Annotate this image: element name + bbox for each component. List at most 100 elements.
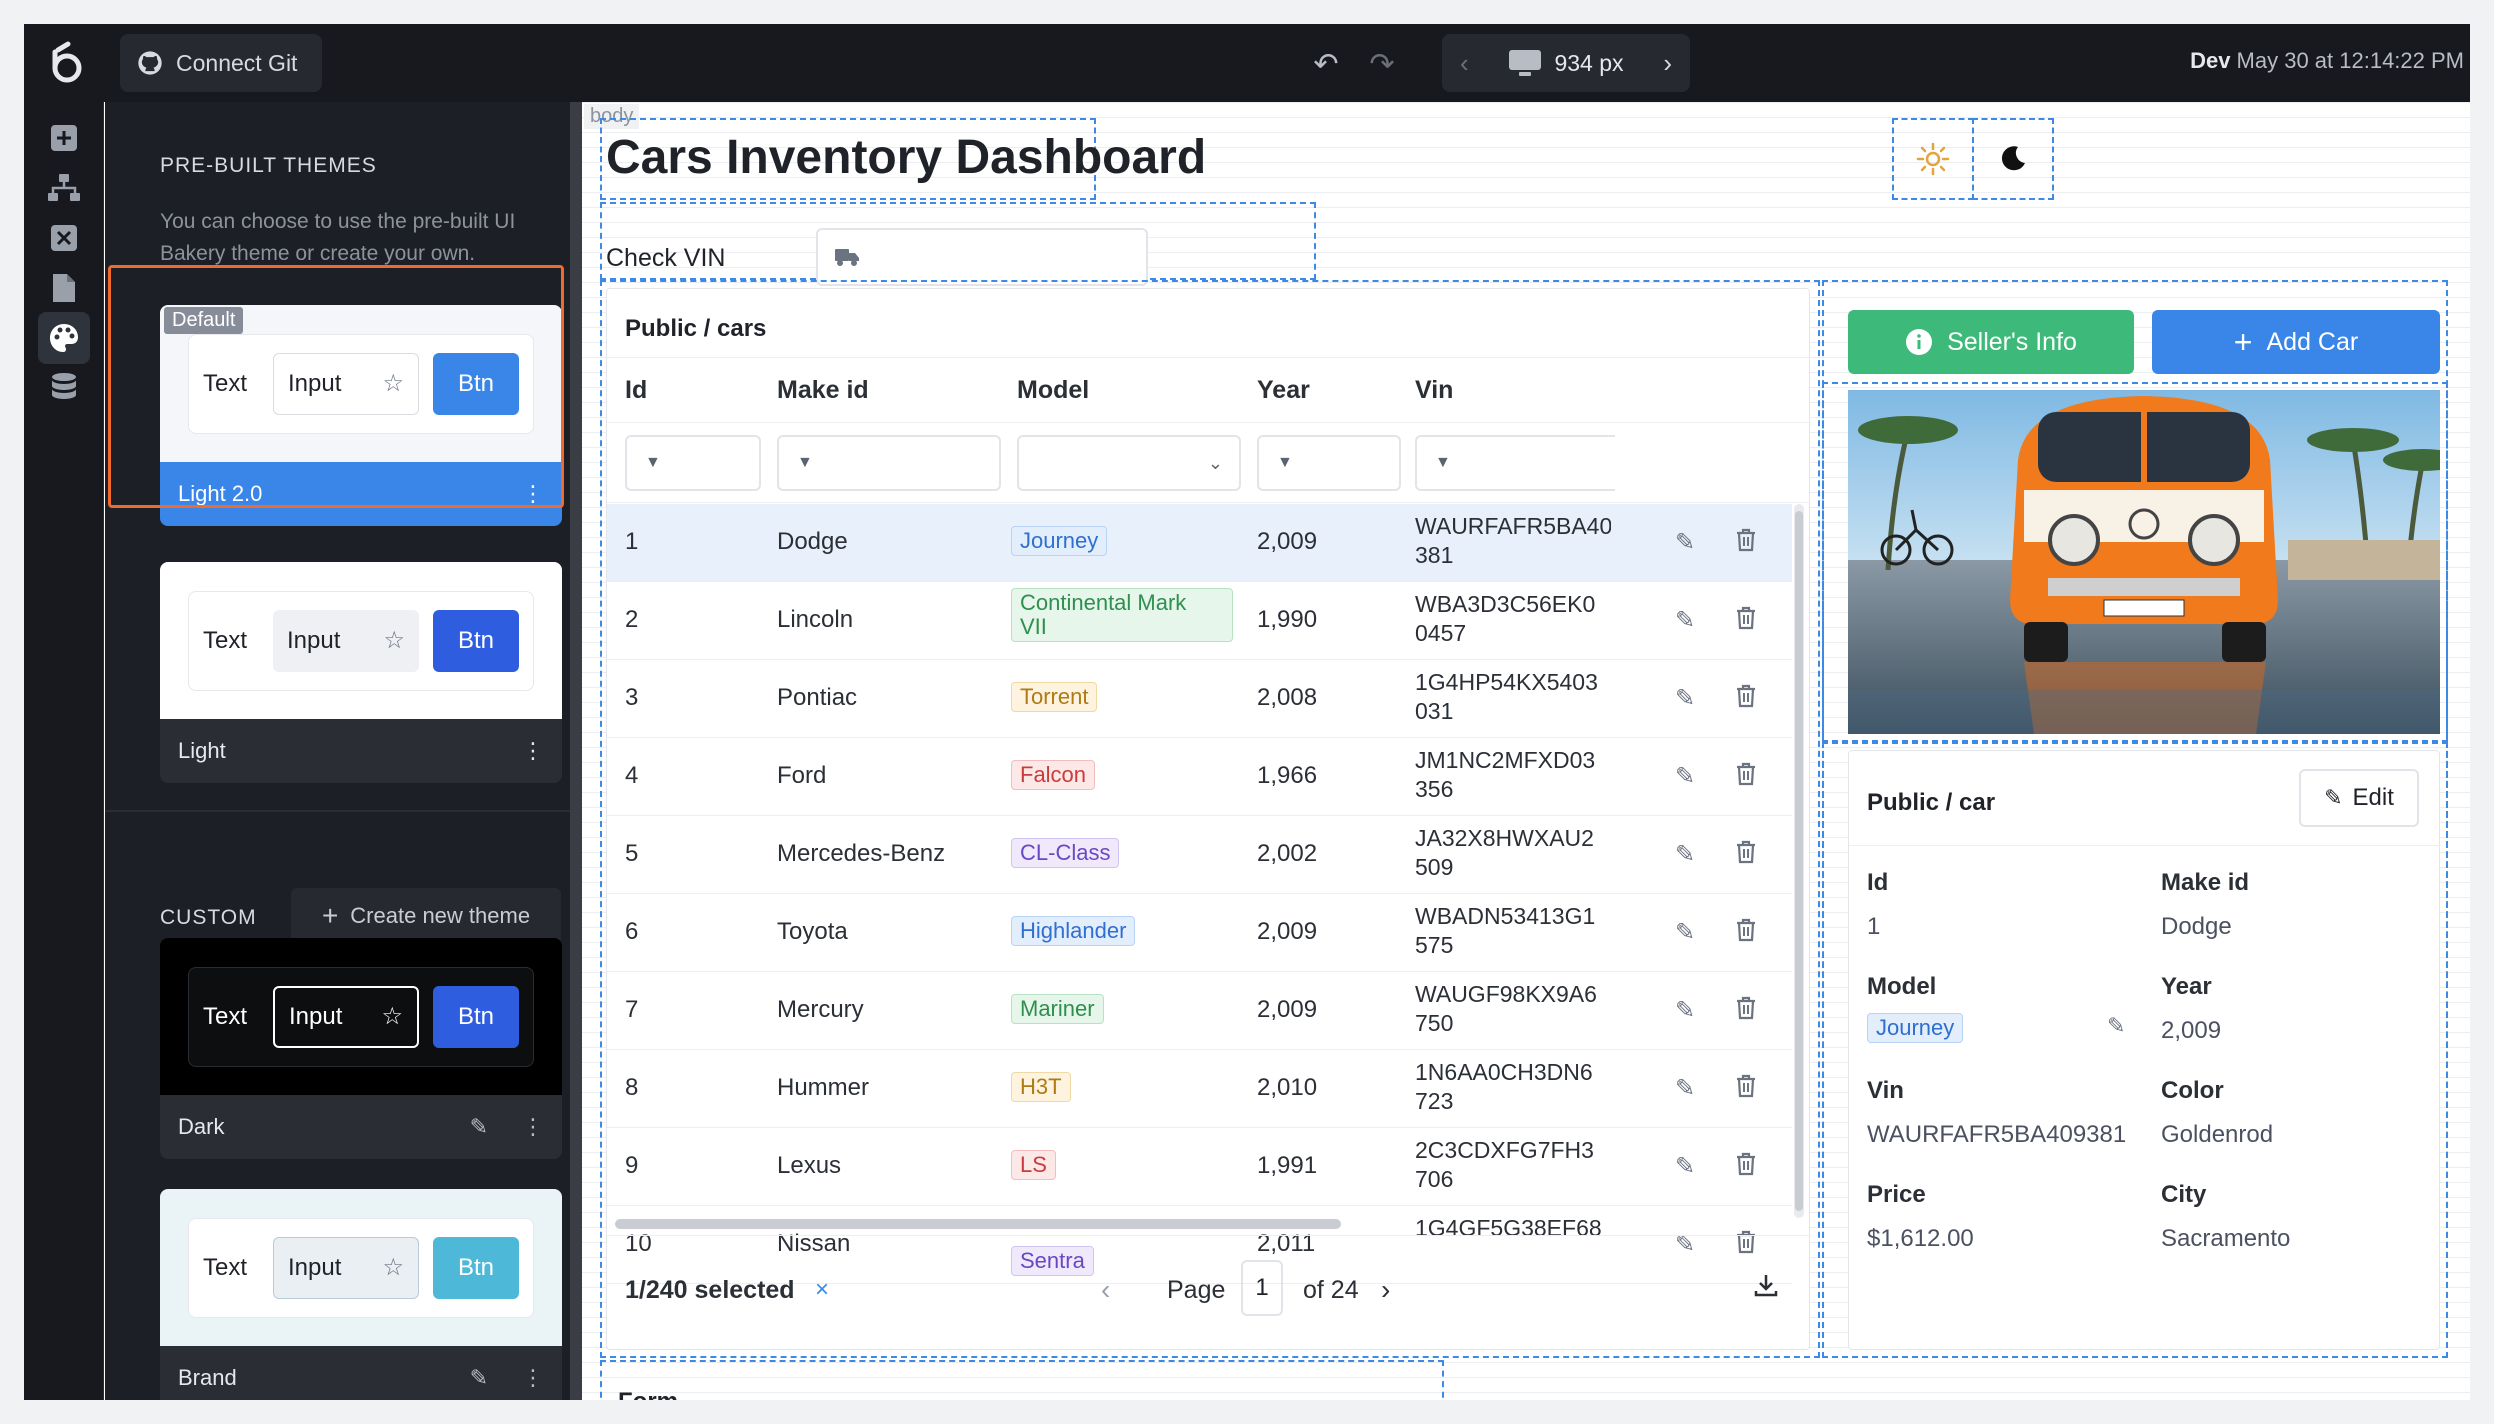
page-number-input[interactable]: 1 (1241, 1260, 1283, 1316)
vin-line: 750 (1415, 1010, 1454, 1036)
connect-git-button[interactable]: Connect Git (120, 34, 322, 92)
clear-selection-icon[interactable]: × (815, 1276, 829, 1304)
trash-icon[interactable] (1735, 918, 1757, 947)
edit-button[interactable]: ✎ Edit (2299, 769, 2419, 827)
pencil-icon[interactable]: ✎ (1675, 1152, 1695, 1181)
ui-bakery-logo[interactable] (44, 40, 90, 86)
moon-icon[interactable] (1976, 122, 2050, 196)
cell-make: Ford (777, 762, 827, 789)
table-row[interactable]: 1 Dodge Journey 2,009 WAURFAFR5BA40 381 ✎ (607, 504, 1792, 582)
download-icon[interactable] (1753, 1272, 1779, 1303)
horizontal-scrollbar[interactable] (615, 1219, 1341, 1229)
add-car-button[interactable]: + Add Car (2152, 310, 2440, 374)
table-row[interactable]: 3 Pontiac Torrent 2,008 1G4HP54KX5403 031 ✎ (607, 660, 1792, 738)
more-vertical-icon[interactable]: ⋮ (522, 1365, 544, 1391)
chevron-right-icon[interactable]: › (1663, 48, 1672, 79)
make-filter-input[interactable]: ▼ (777, 435, 1001, 491)
trash-icon[interactable] (1735, 996, 1757, 1025)
pencil-icon[interactable]: ✎ (1675, 528, 1695, 557)
selection-count: 1/240 selected (625, 1276, 795, 1304)
cell-make: Toyota (777, 918, 848, 945)
pencil-icon[interactable]: ✎ (470, 1365, 488, 1391)
more-vertical-icon[interactable]: ⋮ (522, 738, 544, 764)
page-icon[interactable] (38, 262, 90, 314)
column-header[interactable]: Make id (777, 376, 869, 405)
more-vertical-icon[interactable]: ⋮ (522, 1114, 544, 1140)
theme-card-brand[interactable]: Text Input ☆ Btn Brand ✎ ⋮ (160, 1189, 562, 1400)
column-header[interactable]: Vin (1415, 376, 1453, 405)
id-filter-input[interactable]: ▼ (625, 435, 761, 491)
redo-icon[interactable]: ↷ (1362, 44, 1402, 84)
price-label: Price (1867, 1181, 1926, 1208)
chevron-left-icon[interactable]: ‹ (1460, 48, 1469, 79)
trash-icon[interactable] (1735, 840, 1757, 869)
theme-name: Brand (178, 1365, 237, 1390)
variable-icon[interactable] (38, 212, 90, 264)
star-icon: ☆ (383, 627, 405, 654)
vin-input[interactable] (816, 228, 1148, 286)
vin-line: 723 (1415, 1088, 1454, 1114)
preview-button: Btn (433, 609, 519, 672)
vin-line: 356 (1415, 776, 1454, 802)
model-filter-select[interactable]: ⌄ (1017, 435, 1241, 491)
vin-line: WAURFAFR5BA40 (1415, 513, 1611, 539)
filter-row: ▼ ▼ ⌄ ▼ ▼ (607, 423, 1811, 503)
pencil-icon[interactable]: ✎ (2107, 1013, 2125, 1039)
trash-icon[interactable] (1735, 1152, 1757, 1181)
cell-id: 8 (625, 1074, 639, 1101)
table-row[interactable]: 4 Ford Falcon 1,966 JM1NC2MFXD03 356 ✎ (607, 738, 1792, 816)
table-row[interactable]: 2 Lincoln Continental Mark VII 1,990 WBA3D3C5… (607, 582, 1792, 660)
pencil-icon[interactable]: ✎ (1675, 918, 1695, 947)
preview-input: Input ☆ (273, 985, 419, 1048)
trash-icon[interactable] (1735, 528, 1757, 557)
sun-icon[interactable] (1896, 122, 1970, 196)
table-row[interactable]: 6 Toyota Highlander 2,009 WBADN53413G1 575 ✎ (607, 894, 1792, 972)
trash-icon[interactable] (1735, 684, 1757, 713)
pencil-icon[interactable]: ✎ (1675, 684, 1695, 713)
custom-themes-heading: CUSTOM (160, 906, 257, 929)
create-new-theme-button[interactable]: + Create new theme (291, 888, 561, 944)
model-tag: CL-Class (1011, 838, 1120, 868)
form-selection-frame (600, 1360, 1444, 1400)
cell-vin: 2C3CDXFG7FH3 706 (1415, 1136, 1611, 1194)
theme-card-dark[interactable]: Text Input ☆ Btn Dark ✎ ⋮ (160, 938, 562, 1159)
table-row[interactable]: 7 Mercury Mariner 2,009 WAUGF98KX9A6 750 ✎ (607, 972, 1792, 1050)
table-row[interactable]: 9 Lexus LS 1,991 2C3CDXFG7FH3 706 ✎ (607, 1128, 1792, 1206)
year-filter-input[interactable]: ▼ (1257, 435, 1401, 491)
vin-line: JA32X8HWXAU2 (1415, 825, 1594, 851)
panel-resize-handle[interactable] (570, 102, 582, 1400)
pencil-icon[interactable]: ✎ (1675, 606, 1695, 635)
cell-year: 2,009 (1257, 918, 1318, 945)
trash-icon[interactable] (1735, 606, 1757, 635)
undo-icon[interactable]: ↶ (1306, 44, 1346, 84)
environment-info[interactable]: Dev May 30 at 12:14:22 PM (2190, 48, 2464, 74)
table-row[interactable]: 5 Mercedes-Benz CL-Class 2,002 JA32X8HWXAU2 5… (607, 816, 1792, 894)
pencil-icon[interactable]: ✎ (1675, 996, 1695, 1025)
cell-make: Dodge (777, 528, 848, 555)
next-page-icon[interactable]: › (1381, 1274, 1390, 1306)
preview-button: Btn (433, 1236, 519, 1299)
pencil-icon[interactable]: ✎ (1675, 840, 1695, 869)
vin-label: Vin (1867, 1077, 1904, 1104)
sitemap-icon[interactable] (38, 162, 90, 214)
database-icon[interactable] (38, 362, 90, 414)
previous-page-icon[interactable]: ‹ (1101, 1274, 1110, 1306)
vertical-scrollbar[interactable] (1795, 511, 1803, 1211)
table-row[interactable]: 8 Hummer H3T 2,010 1N6AA0CH3DN6 723 ✎ (607, 1050, 1792, 1128)
trash-icon[interactable] (1735, 1074, 1757, 1103)
preview-text: Text (203, 1253, 248, 1281)
pencil-icon[interactable]: ✎ (1675, 1074, 1695, 1103)
column-header[interactable]: Model (1017, 376, 1089, 405)
column-header[interactable]: Id (625, 376, 647, 405)
column-header[interactable]: Year (1257, 376, 1310, 405)
pencil-icon: ✎ (2324, 785, 2343, 810)
sellers-info-button[interactable]: Seller's Info (1848, 310, 2134, 374)
trash-icon[interactable] (1735, 762, 1757, 791)
divider (1849, 845, 2441, 846)
add-component-icon[interactable] (38, 112, 90, 164)
pencil-icon[interactable]: ✎ (470, 1114, 488, 1140)
theme-card-light[interactable]: Text Input ☆ Btn Light ⋮ (160, 562, 562, 783)
vin-filter-input[interactable]: ▼ (1415, 435, 1615, 491)
palette-icon[interactable] (38, 312, 90, 364)
pencil-icon[interactable]: ✎ (1675, 762, 1695, 791)
